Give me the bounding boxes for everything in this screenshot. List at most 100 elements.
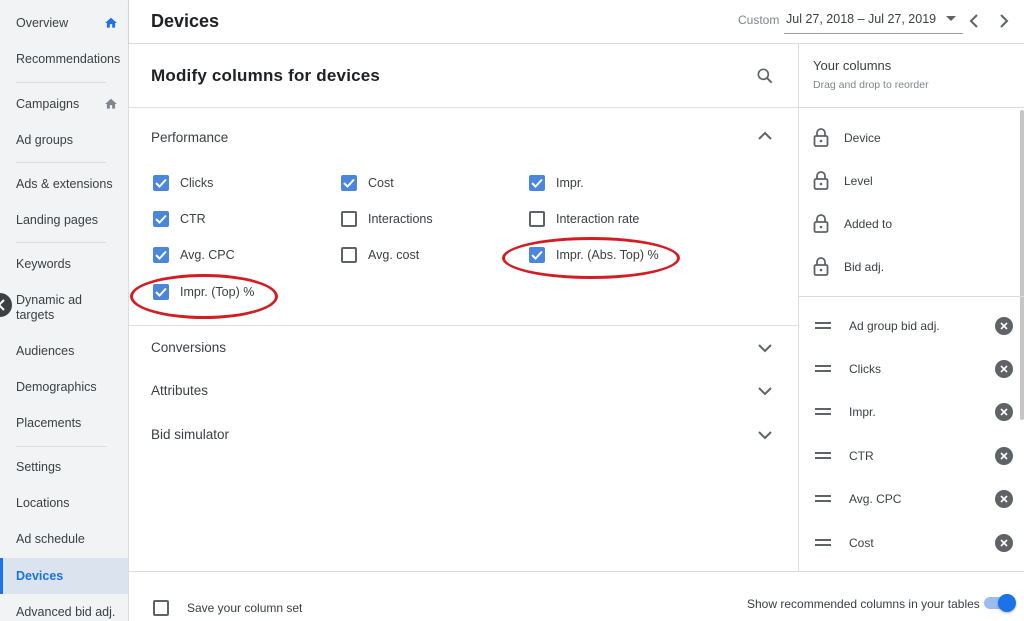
drag-handle-icon[interactable] (815, 322, 831, 330)
sidebar-divider (16, 162, 106, 163)
sidebar-item-label: Keywords (16, 257, 71, 271)
sidebar-item-locations[interactable]: Locations (0, 496, 128, 511)
sidebar-divider (16, 82, 106, 83)
drag-handle-icon[interactable] (815, 365, 831, 373)
locked-column-label: Bid adj. (844, 260, 885, 274)
section-conversions[interactable]: Conversions (151, 340, 226, 355)
sidebar-item-advanced-bid-adj[interactable]: Advanced bid adj. (0, 605, 128, 620)
show-recommended-toggle[interactable] (984, 594, 1016, 612)
locked-column: Added to (813, 214, 892, 234)
sidebar-item-label: Landing pages (16, 213, 99, 227)
remove-column-icon[interactable] (995, 490, 1013, 508)
date-range-underline (784, 33, 963, 34)
checkbox-checked-icon[interactable] (529, 247, 545, 263)
checkbox-unchecked-icon[interactable] (153, 600, 169, 616)
panel-title: Modify columns for devices (151, 66, 381, 85)
chevron-down-icon[interactable] (757, 342, 773, 354)
column-item[interactable]: Cost (815, 534, 1013, 552)
your-columns-subtitle: Drag and drop to reorder (813, 79, 929, 91)
checkbox-unchecked-icon[interactable] (341, 211, 357, 227)
sidebar-item-landing-pages[interactable]: Landing pages (0, 213, 128, 228)
checkbox-checked-icon[interactable] (153, 175, 169, 191)
checkbox-unchecked-icon[interactable] (529, 211, 545, 227)
locked-column: Device (813, 128, 881, 148)
sidebar-item-label: Settings (16, 460, 62, 474)
checkbox-option[interactable]: Impr. (Top) % (153, 284, 254, 300)
section-performance[interactable]: Performance (151, 130, 228, 145)
section-bid-simulator[interactable]: Bid simulator (151, 427, 229, 442)
sidebar-item-overview[interactable]: Overview (0, 16, 128, 31)
column-item[interactable]: Ad group bid adj. (815, 317, 1013, 335)
locked-column-label: Added to (844, 217, 893, 231)
checkbox-checked-icon[interactable] (529, 175, 545, 191)
locked-column-label: Device (844, 131, 881, 145)
checkbox-label: Impr. (556, 176, 584, 190)
sidebar-item-label: Campaigns (16, 97, 80, 111)
chevron-down-icon[interactable] (757, 429, 773, 441)
checkbox-checked-icon[interactable] (153, 211, 169, 227)
checkbox-checked-icon[interactable] (153, 247, 169, 263)
checkbox-option[interactable]: Avg. cost (341, 247, 419, 263)
checkbox-option[interactable]: Interaction rate (529, 211, 639, 227)
checkbox-option[interactable]: Cost (341, 175, 394, 191)
column-item[interactable]: Avg. CPC (815, 490, 1013, 508)
chevron-left-icon (0, 299, 5, 311)
column-label: Avg. CPC (849, 492, 902, 506)
remove-column-icon[interactable] (995, 447, 1013, 465)
dropdown-arrow-icon[interactable] (945, 15, 957, 23)
sidebar-divider (16, 446, 106, 447)
remove-column-icon[interactable] (995, 360, 1013, 378)
sidebar-item-devices[interactable]: Devices (0, 558, 128, 594)
column-label: Clicks (849, 362, 881, 376)
sidebar-item-label: Dynamic ad targets (16, 293, 82, 322)
chevron-right-icon[interactable] (997, 12, 1011, 30)
column-item[interactable]: CTR (815, 447, 1013, 465)
column-item[interactable]: Impr. (815, 403, 1013, 421)
search-icon[interactable] (755, 66, 775, 86)
divider (129, 325, 798, 326)
checkbox-option[interactable]: Interactions (341, 211, 433, 227)
sidebar-item-demographics[interactable]: Demographics (0, 380, 128, 395)
checkbox-option[interactable]: Clicks (153, 175, 213, 191)
sidebar-item-keywords[interactable]: Keywords (0, 257, 128, 272)
sidebar-item-ad-schedule[interactable]: Ad schedule (0, 532, 128, 547)
save-column-set-checkbox[interactable]: Save your column set (153, 600, 302, 616)
sidebar-item-dynamic-ad-targets[interactable]: Dynamic ad targets (0, 293, 100, 323)
column-item[interactable]: Clicks (815, 360, 1013, 378)
chevron-up-icon[interactable] (757, 130, 773, 142)
drag-handle-icon[interactable] (815, 408, 831, 416)
lock-icon (813, 171, 829, 190)
lock-icon (813, 214, 829, 233)
show-recommended-label: Show recommended columns in your tables (747, 597, 980, 611)
checkbox-option[interactable]: Impr. (Abs. Top) % (529, 247, 659, 263)
date-range-selector[interactable]: Jul 27, 2018 – Jul 27, 2019 (786, 12, 936, 26)
sidebar-divider (16, 242, 106, 243)
drag-handle-icon[interactable] (815, 452, 831, 460)
sidebar-item-placements[interactable]: Placements (0, 416, 128, 431)
checkbox-option[interactable]: Avg. CPC (153, 247, 235, 263)
sidebar-item-label: Ad schedule (16, 532, 85, 546)
drag-handle-icon[interactable] (815, 539, 831, 547)
chevron-left-icon[interactable] (967, 12, 981, 30)
remove-column-icon[interactable] (995, 534, 1013, 552)
checkbox-option[interactable]: CTR (153, 211, 206, 227)
toggle-thumb[interactable] (998, 594, 1016, 612)
drag-handle-icon[interactable] (815, 495, 831, 503)
sidebar-item-ads-extensions[interactable]: Ads & extensions (0, 177, 128, 192)
remove-column-icon[interactable] (995, 403, 1013, 421)
checkbox-unchecked-icon[interactable] (341, 247, 357, 263)
sidebar-item-ad-groups[interactable]: Ad groups (0, 133, 128, 148)
checkbox-checked-icon[interactable] (153, 284, 169, 300)
page-header: Devices Custom Jul 27, 2018 – Jul 27, 20… (129, 0, 1024, 44)
sidebar-item-settings[interactable]: Settings (0, 460, 128, 475)
sidebar-item-recommendations[interactable]: Recommendations (0, 52, 128, 67)
column-label: CTR (849, 449, 874, 463)
remove-column-icon[interactable] (995, 317, 1013, 335)
sidebar-item-campaigns[interactable]: Campaigns (0, 97, 128, 112)
chevron-down-icon[interactable] (757, 385, 773, 397)
section-attributes[interactable]: Attributes (151, 383, 208, 398)
checkbox-option[interactable]: Impr. (529, 175, 584, 191)
checkbox-checked-icon[interactable] (341, 175, 357, 191)
scrollbar[interactable] (1020, 110, 1024, 420)
sidebar-item-audiences[interactable]: Audiences (0, 344, 128, 359)
